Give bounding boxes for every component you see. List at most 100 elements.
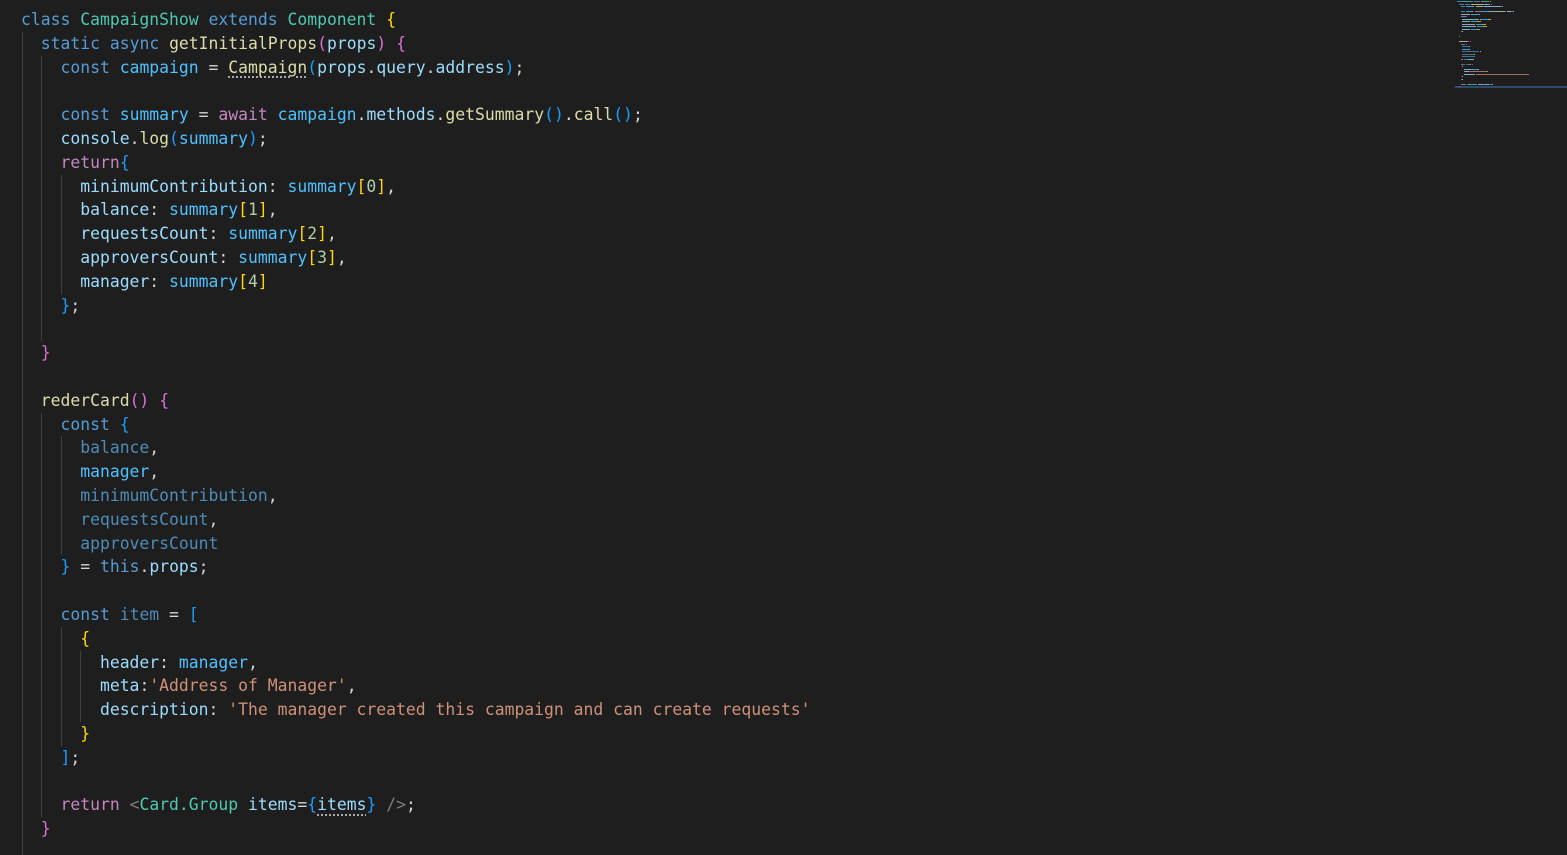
code-line[interactable]: } <box>0 817 1440 841</box>
minimap-token <box>1466 41 1469 42</box>
minimap-token <box>1477 68 1479 70</box>
code-line[interactable]: description: 'The manager created this c… <box>0 698 1440 722</box>
code-token: return <box>60 795 120 815</box>
code-token: rederCard <box>40 390 130 410</box>
minimap-token <box>1461 58 1463 60</box>
code-token: summary <box>169 271 239 291</box>
code-line[interactable]: balance, <box>0 436 1440 461</box>
code-token: ; <box>198 557 209 577</box>
code-line[interactable]: } = this.props; <box>0 555 1440 580</box>
code-token: ; <box>514 57 525 77</box>
code-line[interactable]: header: manager, <box>0 650 1440 675</box>
minimap[interactable] <box>1455 0 1567 855</box>
code-token: ; <box>70 295 81 315</box>
code-line[interactable]: static async getInitialProps(props) { <box>0 31 1440 56</box>
code-token: [ <box>307 247 318 267</box>
code-token: . <box>356 105 367 125</box>
code-token: ( <box>307 57 318 77</box>
code-line[interactable] <box>0 579 1440 603</box>
code-line[interactable]: minimumContribution: summary[0], <box>0 174 1440 199</box>
indent-guide <box>41 507 43 532</box>
minimap-slider[interactable] <box>1455 86 1567 88</box>
code-token: [ <box>356 176 367 196</box>
code-line[interactable]: manager, <box>0 460 1440 484</box>
code-token: props <box>326 33 377 53</box>
code-line[interactable] <box>0 317 1440 342</box>
code-line[interactable]: const summary = await campaign.methods.g… <box>0 103 1440 127</box>
code-line[interactable]: balance: summary[1], <box>0 198 1440 223</box>
code-line[interactable]: }; <box>0 293 1440 318</box>
minimap-token <box>1457 1 1462 2</box>
minimap-token <box>1472 11 1474 12</box>
indent-guide <box>22 507 23 532</box>
code-line[interactable]: return{ <box>0 150 1440 175</box>
indent-guide <box>41 198 43 223</box>
minimap-token <box>1462 23 1475 25</box>
code-token: item <box>119 604 160 624</box>
code-line[interactable]: return <Card.Group items={items} />; <box>0 793 1440 818</box>
code-line[interactable] <box>0 769 1440 794</box>
code-line[interactable]: rederCard() { <box>0 388 1440 413</box>
code-line[interactable]: console.log(summary); <box>0 126 1440 151</box>
code-token: ; <box>70 747 81 767</box>
code-token: () <box>544 105 564 125</box>
minimap-token <box>1465 3 1470 5</box>
code-token: ) <box>376 33 387 53</box>
indent-guide <box>41 769 43 794</box>
code-line[interactable]: meta:'Address of Manager', <box>0 674 1440 699</box>
code-token: , <box>248 652 258 672</box>
code-line[interactable]: const item = [ <box>0 602 1440 627</box>
code-line[interactable]: } <box>0 341 1440 365</box>
code-line[interactable] <box>0 364 1440 389</box>
code-line[interactable]: minimumContribution, <box>0 483 1440 508</box>
code-token: ( <box>317 33 327 53</box>
code-token: await <box>218 105 268 125</box>
minimap-token <box>1464 73 1475 75</box>
code-token: : <box>208 224 229 244</box>
code-token: ] <box>376 176 387 196</box>
code-line[interactable]: manager: summary[4] <box>0 269 1440 294</box>
code-token: = <box>188 105 219 125</box>
code-line[interactable]: const campaign = Campaign(props.query.ad… <box>0 55 1440 80</box>
code-line[interactable]: requestsCount: summary[2], <box>0 222 1440 246</box>
code-area[interactable]: class CampaignShow extends Component { s… <box>0 8 1440 855</box>
indent-guide <box>22 364 23 389</box>
code-editor[interactable]: class CampaignShow extends Component { s… <box>0 0 1567 855</box>
indent-guide <box>60 436 62 461</box>
minimap-token <box>1462 66 1464 67</box>
code-line[interactable]: { <box>0 626 1440 651</box>
code-line[interactable]: approversCount <box>0 531 1440 556</box>
minimap-token <box>1481 1 1490 2</box>
code-line[interactable] <box>0 840 1440 855</box>
code-line[interactable]: approversCount: summary[3], <box>0 245 1440 270</box>
code-token: { <box>119 152 130 172</box>
indent-guide <box>41 698 43 722</box>
minimap-token <box>1480 11 1488 12</box>
code-token: [ <box>188 604 199 624</box>
code-token: () <box>613 105 633 125</box>
code-line[interactable]: } <box>0 721 1440 746</box>
code-token: ; <box>632 105 643 125</box>
code-line[interactable]: requestsCount, <box>0 507 1440 532</box>
code-token: address <box>435 57 505 77</box>
code-line[interactable]: ]; <box>0 745 1440 770</box>
code-line[interactable]: class CampaignShow extends Component { <box>0 8 1440 32</box>
code-token: description <box>99 700 209 720</box>
code-line[interactable] <box>0 79 1440 104</box>
minimap-token <box>1462 76 1464 77</box>
code-line[interactable]: const { <box>0 412 1440 437</box>
code-token: , <box>267 200 278 220</box>
code-token: 'Address of Manager' <box>149 676 347 696</box>
indent-guide <box>22 745 23 770</box>
minimap-token <box>1469 41 1471 42</box>
